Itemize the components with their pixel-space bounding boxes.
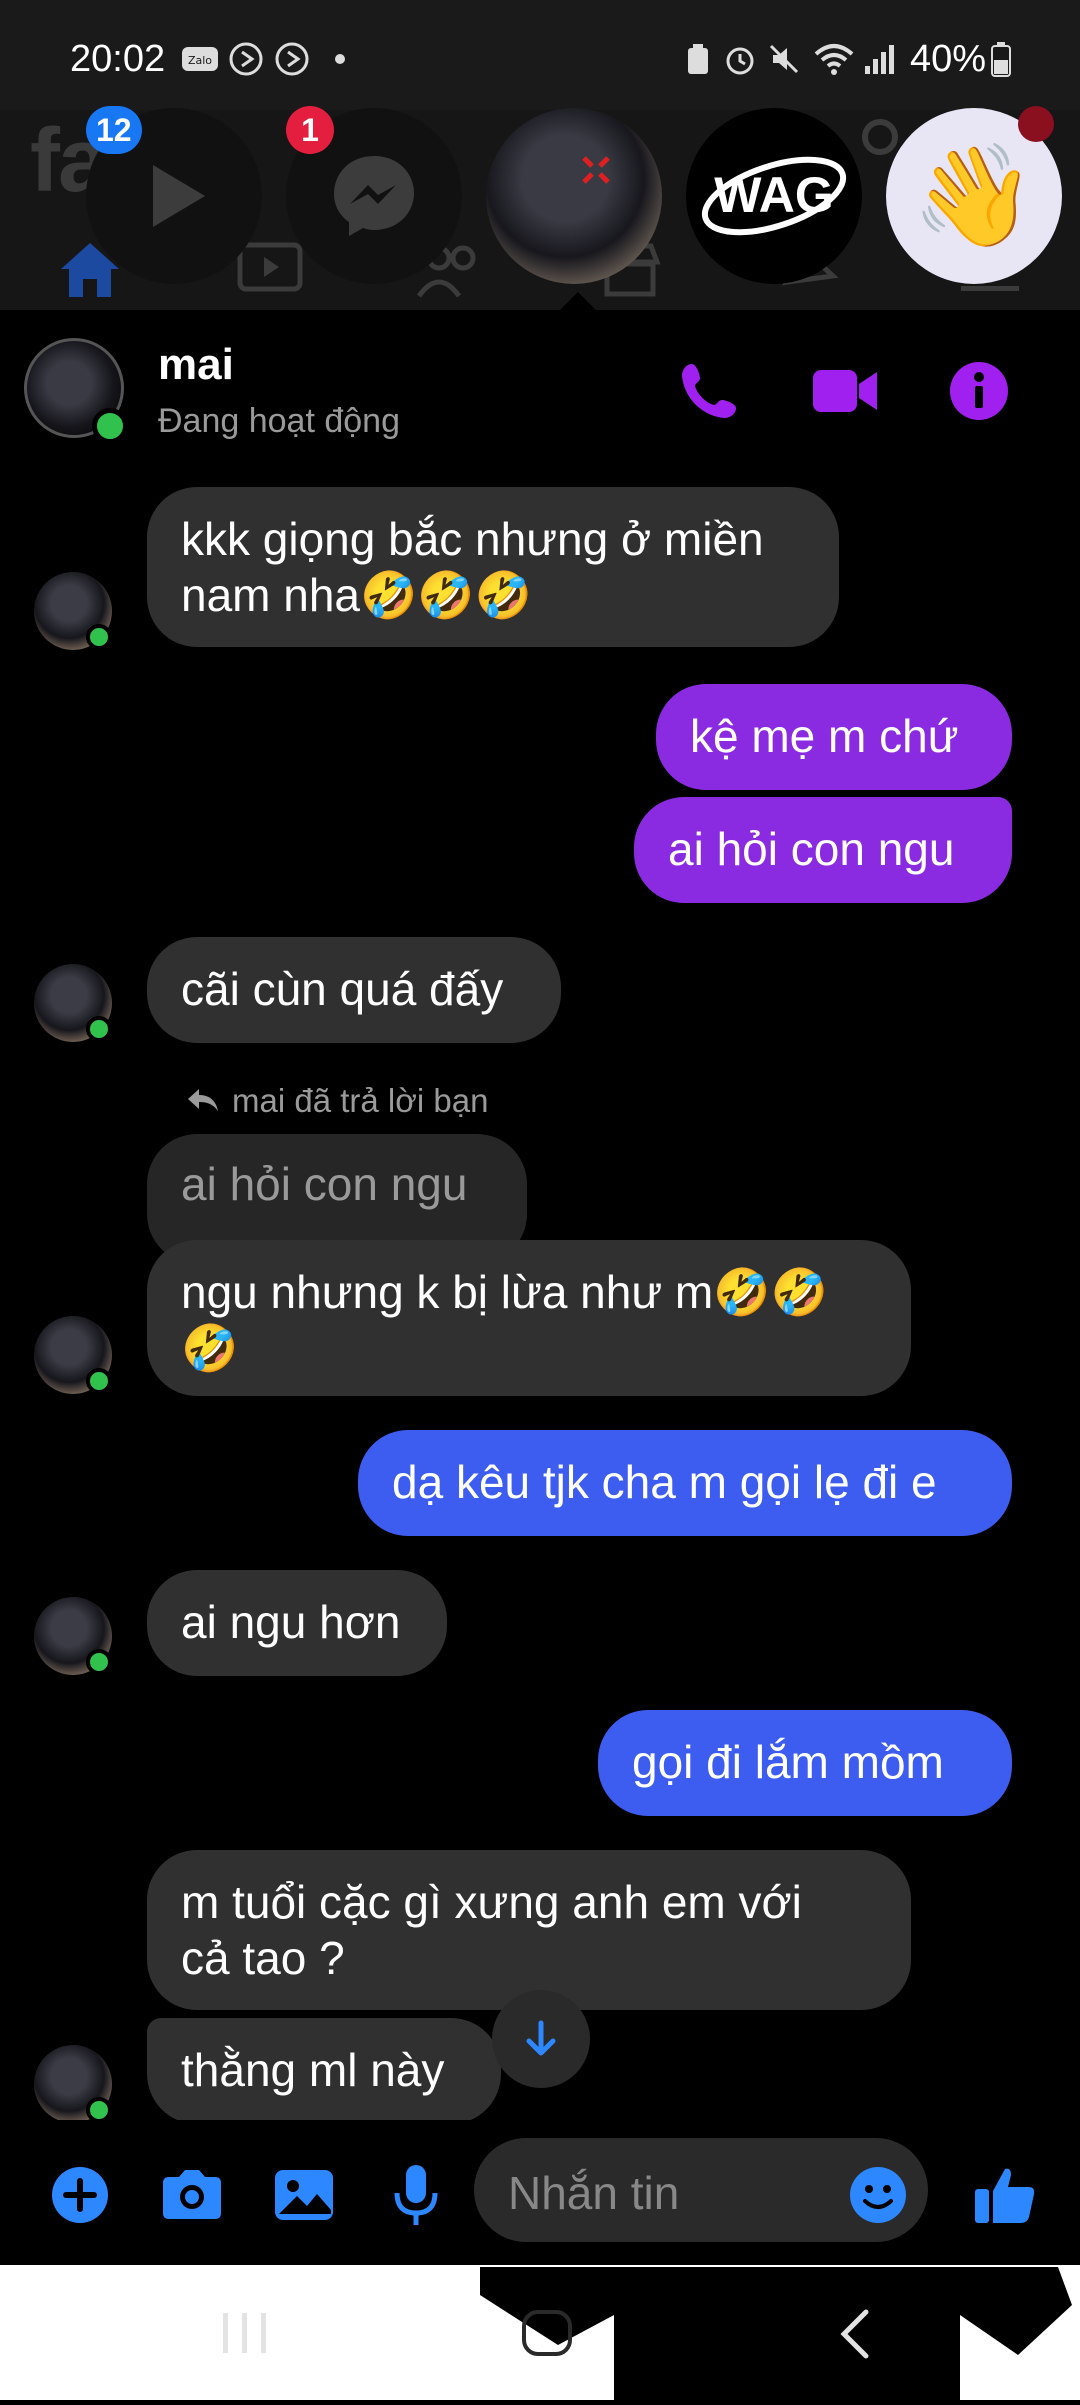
- svg-text:Zalo: Zalo: [188, 54, 212, 67]
- info-button[interactable]: [942, 354, 1016, 428]
- message-bubble[interactable]: m tuổi cặc gì xưng anh em với cả tao ?: [147, 1850, 911, 2010]
- emoji-button[interactable]: [843, 2160, 913, 2230]
- like-icon: [975, 2168, 1035, 2223]
- like-button[interactable]: [970, 2160, 1040, 2230]
- message-bubble[interactable]: ai ngu hơn: [147, 1570, 447, 1676]
- message-bubble[interactable]: kệ mẹ m chứ: [656, 684, 1012, 790]
- panel-pointer: [558, 292, 598, 312]
- chat-head-wag[interactable]: WAG: [686, 108, 862, 284]
- message-bubble[interactable]: ai hỏi con ngu: [634, 797, 1012, 903]
- angry-mark-icon: [582, 156, 610, 184]
- online-indicator: [86, 1016, 112, 1042]
- play-circle-icon: [272, 42, 312, 76]
- wifi-icon: [812, 42, 856, 76]
- play-circle-icon: [226, 42, 266, 76]
- camera-icon: [163, 2170, 221, 2219]
- recent-apps-button[interactable]: [220, 2310, 270, 2356]
- camera-button[interactable]: [157, 2160, 227, 2230]
- message-bubble[interactable]: kkk giọng bắc nhưng ở miền nam nha🤣🤣🤣: [147, 487, 839, 647]
- messenger-icon: [334, 156, 414, 236]
- status-time: 20:02: [70, 38, 166, 80]
- battery-icon: [986, 42, 1016, 77]
- home-button[interactable]: [520, 2308, 576, 2358]
- call-button[interactable]: [672, 354, 746, 428]
- message-bubble[interactable]: thằng ml này: [147, 2018, 501, 2124]
- chat-head-badge: 12: [86, 106, 142, 154]
- mic-icon: [394, 2165, 438, 2225]
- contact-status: Đang hoạt động: [158, 402, 400, 440]
- chat-head-mai[interactable]: [486, 108, 662, 284]
- home-circle-icon: [522, 2310, 572, 2356]
- online-indicator: [86, 1649, 112, 1675]
- emoji-icon: [850, 2167, 906, 2223]
- message-bubble[interactable]: dạ kêu tjk cha m gọi lẹ đi e: [358, 1430, 1012, 1536]
- chat-panel: mai Đang hoạt động kkk giọng bắc nhưng ở…: [0, 310, 1080, 2265]
- alarm-icon: [722, 42, 758, 76]
- video-camera-icon: [813, 370, 877, 412]
- plus-button[interactable]: [45, 2160, 115, 2230]
- gallery-button[interactable]: [269, 2160, 339, 2230]
- message-bubble[interactable]: cãi cùn quá đấy: [147, 937, 561, 1043]
- recycle-icon: [680, 42, 716, 76]
- chat-head-badge: 1: [286, 106, 334, 154]
- voice-button[interactable]: [381, 2160, 451, 2230]
- image-icon: [275, 2170, 333, 2220]
- back-icon: [840, 2309, 869, 2359]
- mute-icon: [766, 42, 802, 76]
- online-indicator: [86, 1368, 112, 1394]
- zalo-icon: Zalo: [180, 42, 220, 76]
- play-icon: [153, 165, 205, 227]
- scroll-to-bottom-button[interactable]: [492, 1990, 590, 2088]
- recents-icon: [223, 2313, 266, 2353]
- online-indicator: [92, 408, 128, 444]
- plus-icon: [52, 2167, 108, 2223]
- svg-text:WAG: WAG: [714, 167, 833, 223]
- reply-note: mai đã trả lời bạn: [232, 1082, 489, 1119]
- video-call-button[interactable]: [808, 354, 882, 428]
- dot-icon: [330, 42, 350, 76]
- chat-head-badge-extra: [1018, 106, 1054, 142]
- battery-level: 40%: [910, 38, 987, 80]
- wave-icon: 👋: [911, 140, 1037, 252]
- info-icon: [950, 362, 1008, 420]
- reply-icon: [185, 1085, 225, 1119]
- contact-name[interactable]: mai: [158, 340, 234, 390]
- message-bubble[interactable]: ngu nhưng k bị lừa như m🤣🤣 🤣: [147, 1240, 911, 1396]
- online-indicator: [86, 624, 112, 650]
- arrow-down-icon: [526, 2020, 556, 2056]
- wag-logo: WAG: [701, 156, 847, 236]
- message-bubble[interactable]: gọi đi lắm mồm: [598, 1710, 1012, 1816]
- message-input-placeholder[interactable]: Nhắn tin: [508, 2166, 679, 2220]
- signal-icon: [862, 42, 898, 76]
- phone-icon: [682, 364, 736, 418]
- back-button[interactable]: [834, 2306, 878, 2362]
